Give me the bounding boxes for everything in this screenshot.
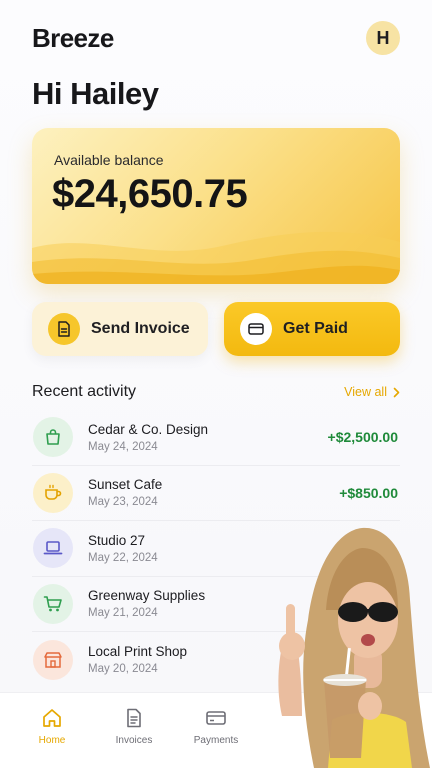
card-icon [206,711,226,725]
activity-name: Greenway Supplies [88,588,206,604]
activity-name: Cedar & Co. Design [88,421,209,437]
activity-name: Local Print Shop [88,644,188,660]
avatar[interactable]: H [366,21,400,55]
card-icon [240,313,272,345]
recent-activity-title: Recent activity [32,383,137,400]
activity-meta: Sunset Cafe May 23, 2024 [88,477,162,508]
activity-meta: Greenway Supplies May 21, 2024 [88,588,205,619]
activity-date: May 24, 2024 [88,440,158,453]
activity-date: May 20, 2024 [88,663,158,676]
cart-icon [33,583,73,624]
activity-meta: Studio 27 May 22, 2024 [88,533,158,564]
activity-meta: Cedar & Co. Design May 24, 2024 [88,422,208,453]
balance-label: Available balance [54,152,164,168]
chevron-right-icon [393,387,400,397]
view-all-label: View all [344,385,387,399]
recent-activity-header: Recent activity View all [32,380,400,404]
activity-row[interactable]: Sunset Cafe May 23, 2024 +$850.00 [32,466,400,521]
send-invoice-button[interactable]: Send Invoice [32,302,208,356]
nav-invoices-label: Invoices [115,735,153,746]
shop-icon [33,639,73,680]
get-paid-label: Get Paid [283,320,348,337]
app-screen: Breeze H Hi Hailey Available balance $24… [0,0,432,768]
view-all-link[interactable]: View all [344,385,400,399]
activity-date: May 23, 2024 [88,496,158,509]
balance-amount: $24,650.75 [52,172,248,216]
activity-name: Sunset Cafe [88,477,163,493]
bag-icon [33,417,73,458]
activity-date: May 22, 2024 [88,551,158,564]
top-bar: Breeze H [32,20,400,56]
activity-name: Studio 27 [88,532,146,548]
nav-home-label: Home [38,735,66,746]
activity-date: May 21, 2024 [88,607,158,620]
nav-payments-label: Payments [193,735,239,746]
brand-logo: Breeze [32,22,114,53]
nav-home[interactable]: Home [22,707,82,746]
greeting-title: Hi Hailey [32,76,159,111]
activity-row[interactable]: Cedar & Co. Design May 24, 2024 +$2,500.… [32,410,400,466]
home-icon [43,709,61,727]
nav-payments[interactable]: Payments [186,707,246,746]
presenter-overlay-image [278,527,430,768]
balance-card[interactable]: Available balance $24,650.75 [32,128,400,284]
activity-amount: +$2,500.00 [327,429,398,446]
nav-invoices[interactable]: Invoices [104,707,164,746]
activity-amount: +$850.00 [339,484,398,501]
send-invoice-label: Send Invoice [91,320,190,337]
invoice-icon [127,708,141,728]
laptop-icon [33,528,73,569]
activity-meta: Local Print Shop May 20, 2024 [88,644,187,675]
cup-icon [33,472,73,513]
get-paid-button[interactable]: Get Paid [224,302,400,356]
document-icon [48,313,80,345]
